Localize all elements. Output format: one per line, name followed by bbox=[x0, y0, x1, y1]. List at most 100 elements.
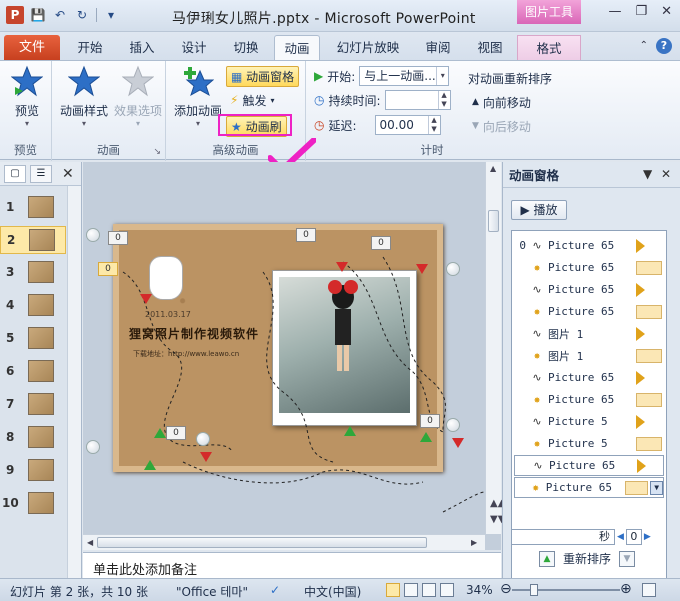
move-earlier-button[interactable]: ▲ 向前移动 bbox=[472, 91, 531, 113]
language-status[interactable]: 中文(中国) bbox=[304, 583, 361, 600]
move-later-button[interactable]: ▼ 向后移动 bbox=[472, 115, 531, 137]
animation-item-dropdown-icon[interactable]: ▼ bbox=[650, 480, 663, 495]
spelling-check-icon[interactable]: ✓ bbox=[270, 583, 280, 597]
animation-styles-dropdown-icon[interactable]: ▾ bbox=[58, 119, 110, 128]
animation-tag-selected[interactable]: 0 bbox=[98, 262, 118, 276]
minimize-icon[interactable]: — bbox=[608, 4, 621, 19]
animation-list-item[interactable]: ✸ 图片 1 bbox=[514, 345, 664, 366]
zoom-slider-knob[interactable] bbox=[530, 584, 538, 596]
zoom-out-icon[interactable]: ⊖ bbox=[500, 581, 512, 597]
animation-tag[interactable]: 0 bbox=[371, 236, 391, 250]
zoom-in-timeline-icon[interactable]: ▶ bbox=[644, 532, 651, 542]
animation-list-item[interactable]: ∿ Picture 65 bbox=[514, 367, 664, 388]
slide-thumb-10[interactable]: 10 bbox=[0, 490, 66, 518]
preview-button[interactable]: 预览 ▾ bbox=[8, 65, 46, 128]
tab-insert[interactable]: 插入 bbox=[122, 35, 162, 60]
editor-horizontal-scrollbar[interactable]: ◀ ▶ bbox=[83, 534, 485, 550]
start-select-dropdown-icon[interactable]: ▾ bbox=[436, 67, 448, 85]
theme-status[interactable]: "Office 테마" bbox=[176, 583, 248, 600]
slideshow-view-icon[interactable] bbox=[440, 583, 454, 597]
animation-list-item[interactable]: ✸ Picture 65 bbox=[514, 389, 664, 410]
restore-icon[interactable]: ❐ bbox=[635, 4, 647, 19]
normal-view-icon[interactable] bbox=[386, 583, 400, 597]
seconds-dropdown[interactable]: 秒 bbox=[511, 529, 615, 545]
play-button[interactable]: ▶ 播放 bbox=[511, 200, 567, 220]
rotation-handle-orb[interactable] bbox=[196, 432, 210, 446]
editor-horizontal-scroll-thumb[interactable] bbox=[97, 537, 427, 548]
tab-home[interactable]: 开始 bbox=[70, 35, 110, 60]
close-icon[interactable]: ✕ bbox=[661, 4, 672, 19]
thumbnails-scrollbar[interactable] bbox=[67, 186, 81, 578]
zoom-level[interactable]: 34% bbox=[466, 583, 493, 597]
redo-icon[interactable]: ↻ bbox=[74, 7, 90, 23]
reorder-down-icon[interactable]: ▼ bbox=[619, 550, 636, 567]
tab-review[interactable]: 审阅 bbox=[418, 35, 458, 60]
rotation-handle-orb[interactable] bbox=[446, 262, 460, 276]
notes-pane[interactable]: 单击此处添加备注 bbox=[83, 552, 501, 578]
animation-list-item[interactable]: ✸ Picture 65 bbox=[514, 257, 664, 278]
help-icon[interactable]: ? bbox=[656, 38, 672, 54]
tab-transitions[interactable]: 切换 bbox=[226, 35, 266, 60]
slide-sorter-view-icon[interactable] bbox=[404, 583, 418, 597]
slide-thumb-3[interactable]: 3 bbox=[0, 259, 66, 287]
undo-icon[interactable]: ↶ bbox=[52, 7, 68, 23]
slide-thumb-9[interactable]: 9 bbox=[0, 457, 66, 485]
pane-options-dropdown-icon[interactable]: ▼ bbox=[643, 167, 652, 181]
slide-thumb-4[interactable]: 4 bbox=[0, 292, 66, 320]
rotation-handle-orb[interactable] bbox=[86, 440, 100, 454]
trigger-button[interactable]: ⚡ 触发 ▾ bbox=[230, 89, 274, 111]
editor-vertical-scrollbar[interactable]: ▲ ▲▲ ▼▼ bbox=[485, 162, 505, 534]
slide-thumb-6[interactable]: 6 bbox=[0, 358, 66, 386]
animation-list-item[interactable]: ∿ Picture 5 bbox=[514, 411, 664, 432]
animation-tag[interactable]: 0 bbox=[108, 231, 128, 245]
slides-tab-icon[interactable]: ▢ bbox=[4, 164, 26, 183]
pane-close-icon[interactable]: ✕ bbox=[661, 167, 671, 181]
animation-tag[interactable]: 0 bbox=[420, 414, 440, 428]
animation-list-item[interactable]: 0 ∿ Picture 65 bbox=[514, 235, 664, 256]
animation-list-item[interactable]: ∿ Picture 65 bbox=[514, 455, 664, 476]
duration-input[interactable]: ▲ ▼ bbox=[384, 90, 451, 110]
animation-styles-button[interactable]: 动画样式 ▾ bbox=[58, 65, 110, 128]
tab-animations[interactable]: 动画 bbox=[274, 35, 320, 60]
animation-list-item[interactable]: ∿ Picture 65 bbox=[514, 279, 664, 300]
tab-design[interactable]: 设计 bbox=[174, 35, 214, 60]
customize-qat-icon[interactable]: ▾ bbox=[103, 7, 119, 23]
animation-list-item[interactable]: ✸ Picture 5 bbox=[514, 433, 664, 454]
slide-thumb-7[interactable]: 7 bbox=[0, 391, 66, 419]
scroll-up-icon[interactable]: ▲ bbox=[490, 164, 496, 173]
rotation-handle-orb[interactable] bbox=[86, 228, 100, 242]
preview-dropdown-icon[interactable]: ▾ bbox=[8, 119, 46, 128]
rotation-handle-orb[interactable] bbox=[446, 418, 460, 432]
add-animation-dropdown-icon[interactable]: ▾ bbox=[172, 119, 224, 128]
animation-tag[interactable]: 0 bbox=[296, 228, 316, 242]
animation-list-item[interactable]: ∿ 图片 1 bbox=[514, 323, 664, 344]
start-select[interactable]: 与上一动画... ▾ bbox=[359, 66, 450, 86]
editor-vertical-scroll-thumb[interactable] bbox=[488, 210, 499, 232]
save-icon[interactable]: 💾 bbox=[30, 7, 46, 23]
tab-slideshow[interactable]: 幻灯片放映 bbox=[332, 35, 404, 60]
zoom-in-icon[interactable]: ⊕ bbox=[620, 581, 632, 597]
fit-to-window-icon[interactable] bbox=[642, 583, 656, 597]
slide-thumb-5[interactable]: 5 bbox=[0, 325, 66, 353]
delay-spinner-icon[interactable]: ▲ ▼ bbox=[427, 116, 440, 134]
animation-dialog-launcher-icon[interactable]: ↘ bbox=[153, 147, 161, 157]
tab-format[interactable]: 格式 bbox=[517, 35, 581, 60]
scroll-right-icon[interactable]: ▶ bbox=[471, 538, 477, 547]
slide-thumb-1[interactable]: 1 bbox=[0, 194, 66, 222]
outline-tab-icon[interactable]: ☰ bbox=[30, 164, 52, 183]
tab-view[interactable]: 视图 bbox=[470, 35, 510, 60]
delay-input[interactable]: 00.00 ▲ ▼ bbox=[374, 115, 441, 135]
zoom-slider-track[interactable] bbox=[512, 589, 620, 591]
animation-tag[interactable]: 0 bbox=[166, 426, 186, 440]
slide-thumb-2[interactable]: 2 bbox=[0, 226, 66, 254]
reading-view-icon[interactable] bbox=[422, 583, 436, 597]
scroll-left-icon[interactable]: ◀ bbox=[87, 538, 93, 547]
add-animation-button[interactable]: 添加动画 ▾ bbox=[172, 65, 224, 128]
animation-list-item[interactable]: ✸ Picture 65 bbox=[514, 301, 664, 322]
tab-file[interactable]: 文件 bbox=[4, 35, 60, 60]
animation-pane-button[interactable]: ▦ 动画窗格 bbox=[226, 65, 300, 87]
duration-spinner-icon[interactable]: ▲ ▼ bbox=[437, 91, 450, 109]
minimize-ribbon-icon[interactable]: ⌃ bbox=[640, 38, 648, 54]
zoom-out-timeline-icon[interactable]: ◀ bbox=[617, 532, 624, 542]
powerpoint-app-icon[interactable]: P bbox=[6, 6, 24, 24]
